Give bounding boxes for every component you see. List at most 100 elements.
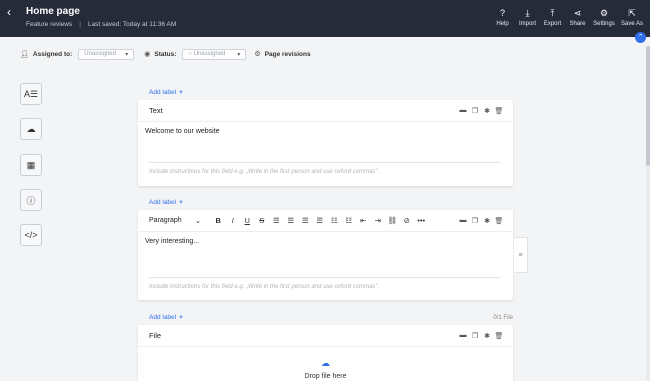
richtext-toolbar: Paragraph ⌄ B I U S ☰ ☰ ☰ ☰ ☷ ☷ ⇤ ⇥ ⛓ ⊘ •… (138, 210, 513, 232)
notes-icon: ≡ (518, 251, 523, 259)
text-format-icon: A☰ (23, 88, 39, 99)
add-info-field-button[interactable]: ⓘ (20, 189, 42, 211)
export-label: Export (543, 21, 562, 27)
cloud-upload-icon: ☁ (321, 358, 330, 368)
divider: | (79, 21, 81, 28)
header-toolbar: ? Help ⤓ Import ⤒ Export ⋖ Share ⚙ Settings ⇱… (490, 8, 646, 27)
cloud-upload-icon: ☁ (26, 123, 36, 134)
text-field-header: Text ▬ ❐ ✱ 🗑︎ (138, 100, 513, 122)
page-subtitle: Feature reviews | Last saved: Today at 11:… (26, 21, 176, 28)
italic-icon[interactable]: I (226, 216, 241, 225)
gear-icon: ⚙ (599, 8, 609, 18)
settings-icon[interactable]: ✱ (481, 107, 493, 115)
assigned-label: Assigned to: (32, 50, 73, 58)
settings-icon[interactable]: ✱ (481, 332, 493, 340)
import-label: Import (518, 21, 536, 27)
align-right-icon[interactable]: ☰ (298, 216, 313, 225)
add-text-field-button[interactable]: A☰ (20, 83, 42, 105)
file-count: 0/1 File (493, 315, 513, 321)
strikethrough-icon[interactable]: S (255, 216, 270, 225)
share-button[interactable]: ⋖ Share (565, 8, 590, 27)
help-label: Help (496, 21, 509, 27)
bold-icon[interactable]: B (211, 216, 226, 225)
add-label-text: Add label (149, 199, 177, 206)
chevron-up-icon: ⌃ (637, 34, 644, 41)
plus-icon: + (179, 314, 183, 321)
numbered-list-icon[interactable]: ☷ (342, 216, 357, 225)
settings-button[interactable]: ⚙ Settings (590, 8, 618, 27)
outdent-icon[interactable]: ⇤ (356, 216, 371, 225)
plus-icon: + (179, 199, 183, 206)
info-icon: ⓘ (26, 195, 36, 206)
richtext-field-value[interactable]: Very interesting... (138, 232, 513, 251)
align-left-icon[interactable]: ☰ (269, 216, 284, 225)
unlink-icon[interactable]: ⊘ (400, 216, 415, 225)
richtext-field-instructions[interactable]: Include instructions for this field e.g.… (149, 277, 501, 290)
file-field-card: File ▬ ❐ ✱ 🗑︎ ☁ Drop file here (138, 325, 513, 381)
comment-icon[interactable]: ▬ (457, 332, 469, 340)
delete-icon[interactable]: 🗑︎ (493, 332, 505, 340)
save-as-icon: ⇱ (628, 8, 636, 18)
copy-icon[interactable]: ❐ (469, 107, 481, 115)
richtext-field-card: Paragraph ⌄ B I U S ☰ ☰ ☰ ☰ ☷ ☷ ⇤ ⇥ ⛓ ⊘ •… (138, 210, 513, 300)
help-icon: ? (499, 8, 505, 18)
align-center-icon[interactable]: ☰ (284, 216, 299, 225)
delete-icon[interactable]: 🗑︎ (493, 217, 505, 225)
save-as-button[interactable]: ⇱ Save As (618, 8, 646, 27)
copy-icon[interactable]: ❐ (469, 217, 481, 225)
export-button[interactable]: ⤒ Export (540, 8, 565, 27)
richtext-side-handle[interactable]: ≡ (514, 237, 528, 273)
project-name[interactable]: Feature reviews (26, 21, 72, 28)
settings-icon[interactable]: ✱ (481, 217, 493, 225)
last-saved: Last saved: Today at 11:36 AM (87, 21, 177, 28)
comment-icon[interactable]: ▬ (457, 217, 469, 225)
status-value-text: Unassigned (193, 51, 226, 57)
paragraph-select[interactable]: Paragraph ⌄ (149, 217, 201, 225)
underline-icon[interactable]: U (240, 216, 255, 225)
text-field-card: Text ▬ ❐ ✱ 🗑︎ Welcome to our website Inc… (138, 100, 513, 186)
link-icon[interactable]: ⛓ (385, 216, 400, 225)
chevron-down-icon: ▾ (125, 51, 129, 58)
text-field-value[interactable]: Welcome to our website (138, 122, 513, 141)
file-drop-zone[interactable]: ☁ Drop file here (138, 358, 513, 380)
help-button[interactable]: ? Help (490, 8, 515, 27)
chevron-left-icon[interactable]: ‹ (7, 6, 17, 18)
text-field-instructions[interactable]: Include instructions for this field e.g.… (149, 162, 501, 175)
import-button[interactable]: ⤓ Import (515, 8, 540, 27)
add-code-field-button[interactable]: </> (20, 224, 42, 246)
collapse-header-button[interactable]: ⌃ (635, 32, 646, 43)
indent-icon[interactable]: ⇥ (371, 216, 386, 225)
add-label-link[interactable]: Add label + (149, 199, 183, 206)
scrollbar-thumb[interactable] (646, 46, 650, 166)
delete-icon[interactable]: 🗑︎ (493, 107, 505, 115)
top-bar: ‹ Home page Feature reviews | Last saved: … (0, 0, 650, 37)
field-actions: ▬ ❐ ✱ 🗑︎ (457, 107, 505, 115)
file-field-header: File ▬ ❐ ✱ 🗑︎ (138, 325, 513, 347)
export-icon: ⤒ (550, 8, 555, 18)
add-label-text: Add label (149, 89, 177, 96)
bullet-list-icon[interactable]: ☷ (327, 216, 342, 225)
share-icon: ⋖ (573, 8, 582, 18)
paragraph-value: Paragraph (149, 216, 182, 224)
comment-icon[interactable]: ▬ (457, 107, 469, 115)
status-value: ○ Unassigned (188, 51, 226, 57)
page-revisions-link[interactable]: Page revisions (265, 51, 311, 58)
page-title: Home page (26, 6, 80, 17)
chevron-down-icon: ⌄ (195, 217, 201, 225)
import-icon: ⤓ (525, 8, 530, 18)
chevron-down-icon: ▾ (237, 51, 241, 58)
status-select[interactable]: ○ Unassigned ▾ (182, 48, 247, 60)
add-label-link[interactable]: Add label + (149, 89, 183, 96)
align-justify-icon[interactable]: ☰ (313, 216, 328, 225)
copy-icon[interactable]: ❐ (469, 332, 481, 340)
more-icon[interactable]: ••• (414, 216, 429, 225)
status-label: Status: (154, 50, 177, 58)
revisions-icon: ⚙ (254, 51, 261, 58)
add-table-field-button[interactable]: ▦ (20, 154, 42, 176)
meta-row: 👤︎ Assigned to: Unassigned ▾ ◉ Status: ○ … (20, 48, 317, 60)
assignee-select[interactable]: Unassigned ▾ (78, 48, 135, 60)
user-icon: 👤︎ (20, 51, 29, 58)
add-file-field-button[interactable]: ☁ (20, 118, 42, 140)
add-label-link[interactable]: Add label + (149, 314, 183, 321)
table-icon: ▦ (26, 159, 36, 170)
